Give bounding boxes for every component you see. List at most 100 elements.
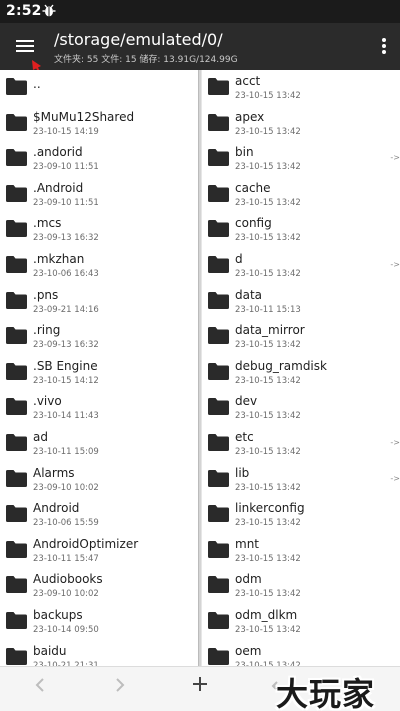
list-item[interactable]: odm 23-10-15 13:42 [202,568,400,603]
list-item[interactable]: Audiobooks 23-09-10 10:02 [0,568,198,603]
symlink-indicator: -> [390,260,400,269]
file-date: 23-10-14 11:43 [33,411,99,422]
list-item[interactable]: config 23-10-15 13:42 [202,212,400,247]
folder-icon [207,646,230,666]
bug-icon [42,3,56,22]
watermark-text: 大玩家 [276,675,376,711]
folder-icon [5,147,28,167]
list-item[interactable]: oem 23-10-15 13:42 [202,640,400,666]
folder-icon [207,574,230,594]
file-name: .pns [33,287,59,302]
chevron-left-icon[interactable] [34,675,46,701]
folder-icon [5,396,28,416]
file-name: .mcs [33,216,62,231]
list-item[interactable]: bin 23-10-15 13:42 -> [202,141,400,176]
file-name: AndroidOptimizer [33,536,139,551]
list-item[interactable]: .Android 23-09-10 11:51 [0,177,198,212]
right-pane[interactable]: acct 23-10-15 13:42 apex 23-10-15 13:42 bin 2… [202,70,400,666]
folder-icon [207,325,230,345]
folder-icon [207,183,230,203]
file-date: 23-10-15 14:19 [33,126,99,137]
left-pane[interactable]: .. $MuMu12Shared 23-10-15 14:19 .andorid 23-… [0,70,198,666]
file-name: debug_ramdisk [235,358,327,373]
folder-icon [5,432,28,452]
file-date: 23-10-15 13:42 [235,375,301,386]
storage-summary: 文件夹: 55 文件: 15 储存: 13.91G/124.99G [54,55,238,65]
list-item[interactable]: acct 23-10-15 13:42 [202,70,400,105]
app-toolbar: /storage/emulated/0/ 文件夹: 55 文件: 15 储存: … [0,23,400,70]
file-name: .vivo [33,394,62,409]
chevron-right-icon[interactable] [114,675,126,701]
hamburger-menu-icon[interactable] [10,31,42,61]
symlink-indicator: -> [390,153,400,163]
list-item[interactable]: data 23-10-11 15:13 [202,284,400,319]
file-name: .. [33,77,41,91]
file-name: data [235,287,263,302]
list-item[interactable]: lib 23-10-15 13:42 -> [202,462,400,497]
list-item[interactable]: etc 23-10-15 13:42 -> [202,426,400,461]
watermark-logo: 大玩家 [272,666,400,711]
list-item[interactable]: dev 23-10-15 13:42 [202,390,400,425]
list-item[interactable]: Android 23-10-06 15:59 [0,497,198,532]
list-item[interactable]: .SB Engine 23-10-15 14:12 [0,355,198,390]
list-item[interactable]: .vivo 23-10-14 11:43 [0,390,198,425]
file-name: cache [235,180,271,195]
folder-icon [5,112,28,132]
folder-icon [207,432,230,452]
file-date: 23-09-10 11:51 [33,197,99,208]
folder-icon [207,361,230,381]
list-item[interactable]: backups 23-10-14 09:50 [0,604,198,639]
list-item[interactable]: baidu 23-10-21 21:31 [0,640,198,666]
folder-icon [5,610,28,630]
list-item[interactable]: .. [0,70,198,105]
more-vert-icon[interactable] [380,37,388,57]
file-date: 23-10-11 15:09 [33,447,99,457]
list-item[interactable]: mnt 23-10-15 13:42 [202,533,400,568]
list-item[interactable]: .pns 23-09-21 14:16 [0,284,198,319]
folder-icon [5,218,28,238]
list-item[interactable]: .mkzhan 23-10-06 16:43 [0,248,198,283]
file-date: 23-10-15 13:42 [235,589,301,600]
folder-icon [207,468,230,488]
list-item[interactable]: .andorid 23-09-10 11:51 [0,141,198,176]
file-date: 23-10-15 13:42 [235,269,301,279]
folder-icon [207,147,230,167]
file-name: $MuMu12Shared [33,109,135,124]
dual-pane-browser: .. $MuMu12Shared 23-10-15 14:19 .andorid 23-… [0,70,400,666]
folder-icon [207,539,230,559]
status-bar: 2:52 [0,0,400,23]
file-name: etc [235,430,254,444]
folder-icon [5,254,28,274]
folder-icon [207,290,230,310]
file-date: 23-10-14 09:50 [33,625,99,635]
folder-icon [207,112,230,132]
list-item[interactable]: debug_ramdisk 23-10-15 13:42 [202,355,400,390]
folder-icon [5,361,28,381]
file-date: 23-09-10 11:51 [33,162,99,173]
plus-icon[interactable] [192,673,208,701]
file-name: odm_dlkm [235,608,298,622]
list-item[interactable]: linkerconfig 23-10-15 13:42 [202,497,400,532]
file-date: 23-10-15 13:42 [235,340,301,351]
list-item[interactable]: ad 23-10-11 15:09 [0,426,198,461]
list-item[interactable]: odm_dlkm 23-10-15 13:42 [202,604,400,639]
list-item[interactable]: apex 23-10-15 13:42 [202,106,400,141]
folder-icon [5,646,28,666]
list-item[interactable]: .ring 23-09-13 16:32 [0,319,198,354]
list-item[interactable]: data_mirror 23-10-15 13:42 [202,319,400,354]
list-item[interactable]: AndroidOptimizer 23-10-11 15:47 [0,533,198,568]
list-item[interactable]: .mcs 23-09-13 16:32 [0,212,198,247]
file-name: .andorid [33,145,83,160]
list-item[interactable]: cache 23-10-15 13:42 [202,177,400,212]
file-date: 23-10-15 13:42 [235,162,301,173]
file-date: 23-10-06 15:59 [33,518,99,529]
file-name: bin [235,145,254,160]
file-date: 23-09-21 14:16 [33,304,99,315]
folder-icon [207,76,230,96]
file-date: 23-10-15 13:42 [235,411,301,422]
file-name: .mkzhan [33,252,85,266]
list-item[interactable]: Alarms 23-09-10 10:02 [0,462,198,497]
list-item[interactable]: d 23-10-15 13:42 -> [202,248,400,283]
folder-icon [5,503,28,523]
list-item[interactable]: $MuMu12Shared 23-10-15 14:19 [0,106,198,141]
